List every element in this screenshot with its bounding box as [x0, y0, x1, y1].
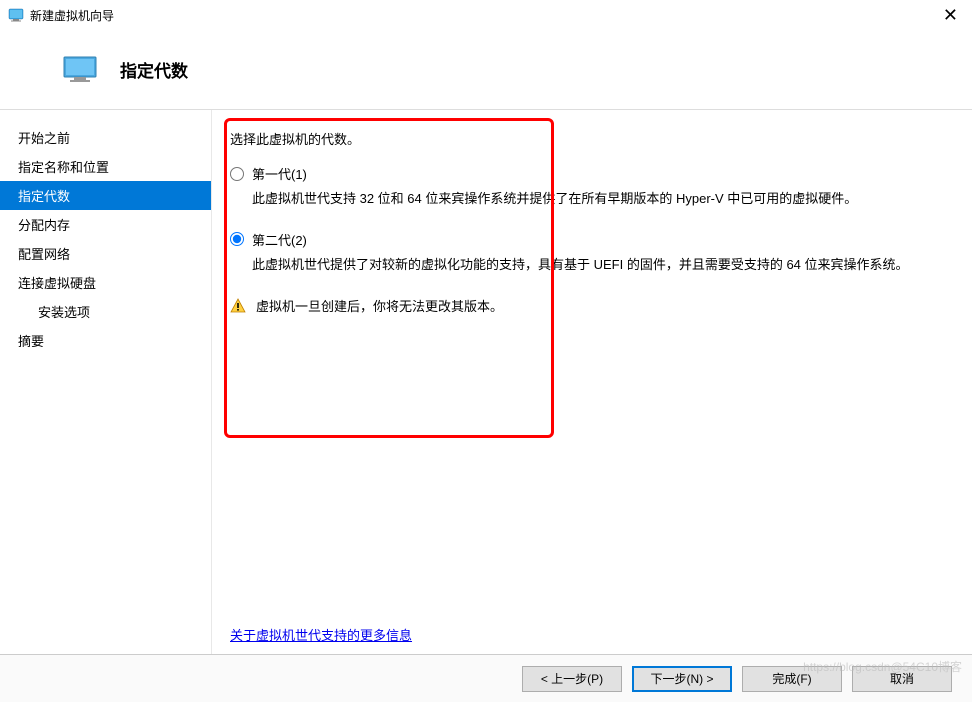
- radio-gen1[interactable]: [230, 167, 244, 181]
- more-info-link[interactable]: 关于虚拟机世代支持的更多信息: [230, 628, 412, 643]
- next-button[interactable]: 下一步(N) >: [632, 666, 732, 692]
- titlebar: 新建虚拟机向导 ✕: [0, 0, 972, 30]
- radio-label-gen1: 第一代(1): [252, 164, 307, 183]
- sidebar-item-network[interactable]: 配置网络: [0, 239, 211, 268]
- sidebar: 开始之前 指定名称和位置 指定代数 分配内存 配置网络 连接虚拟硬盘 安装选项 …: [0, 110, 212, 654]
- prompt-text: 选择此虚拟机的代数。: [230, 129, 954, 148]
- wizard-header: 指定代数: [0, 30, 972, 109]
- sidebar-item-memory[interactable]: 分配内存: [0, 210, 211, 239]
- link-area: 关于虚拟机世代支持的更多信息: [230, 625, 412, 644]
- prev-button[interactable]: < 上一步(P): [522, 666, 622, 692]
- sidebar-item-virtual-disk[interactable]: 连接虚拟硬盘: [0, 268, 211, 297]
- radio-gen2[interactable]: [230, 232, 244, 246]
- sidebar-item-generation[interactable]: 指定代数: [0, 181, 211, 210]
- radio-desc-gen1: 此虚拟机世代支持 32 位和 64 位来宾操作系统并提供了在所有早期版本的 Hy…: [252, 189, 954, 210]
- footer: < 上一步(P) 下一步(N) > 完成(F) 取消: [0, 654, 972, 702]
- warning-icon: [230, 298, 246, 314]
- close-icon[interactable]: ✕: [943, 6, 958, 24]
- header-icon: [60, 55, 100, 83]
- sidebar-item-summary[interactable]: 摘要: [0, 326, 211, 355]
- radio-group-gen2: 第二代(2) 此虚拟机世代提供了对较新的虚拟化功能的支持，具有基于 UEFI 的…: [230, 230, 954, 276]
- finish-button[interactable]: 完成(F): [742, 666, 842, 692]
- cancel-button[interactable]: 取消: [852, 666, 952, 692]
- sidebar-item-name-location[interactable]: 指定名称和位置: [0, 152, 211, 181]
- warning-text: 虚拟机一旦创建后，你将无法更改其版本。: [256, 296, 503, 315]
- radio-row-gen1[interactable]: 第一代(1): [230, 164, 954, 183]
- app-icon: [8, 7, 24, 23]
- main-panel: 选择此虚拟机的代数。 第一代(1) 此虚拟机世代支持 32 位和 64 位来宾操…: [212, 110, 972, 654]
- radio-label-gen2: 第二代(2): [252, 230, 307, 249]
- radio-desc-gen2: 此虚拟机世代提供了对较新的虚拟化功能的支持，具有基于 UEFI 的固件，并且需要…: [252, 255, 954, 276]
- radio-group-gen1: 第一代(1) 此虚拟机世代支持 32 位和 64 位来宾操作系统并提供了在所有早…: [230, 164, 954, 210]
- sidebar-item-before-start[interactable]: 开始之前: [0, 123, 211, 152]
- window-title: 新建虚拟机向导: [30, 7, 114, 24]
- page-title: 指定代数: [120, 57, 188, 82]
- sidebar-item-install-options[interactable]: 安装选项: [0, 297, 211, 326]
- content-area: 开始之前 指定名称和位置 指定代数 分配内存 配置网络 连接虚拟硬盘 安装选项 …: [0, 109, 972, 654]
- warning-row: 虚拟机一旦创建后，你将无法更改其版本。: [230, 296, 954, 315]
- radio-row-gen2[interactable]: 第二代(2): [230, 230, 954, 249]
